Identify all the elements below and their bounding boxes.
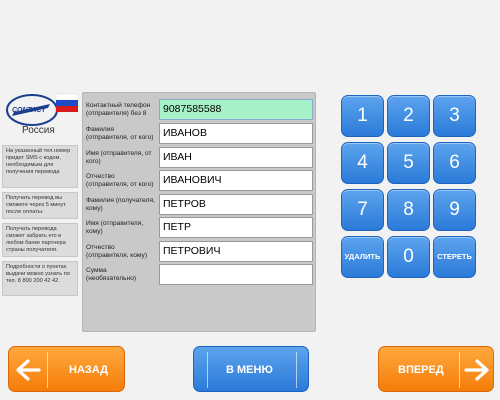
- menu-button[interactable]: В МЕНЮ: [193, 346, 309, 392]
- recipient-surname-input[interactable]: ПЕТРОВ: [159, 194, 313, 215]
- sender-patronymic-input[interactable]: ИВАНОВИЧ: [159, 170, 313, 191]
- key-8[interactable]: 8: [387, 189, 430, 231]
- form-row-recipient-patronymic: Отчество (отправителя, кому) ПЕТРОВИЧ: [83, 241, 317, 263]
- divider: [207, 352, 208, 388]
- arrow-right-icon: [464, 359, 489, 381]
- next-label: ВПЕРЕД: [398, 364, 444, 376]
- info-notes: На указанный тел.номер придет SMS с кодо…: [2, 145, 78, 300]
- field-label: Отчество (отправителя, кому): [86, 244, 148, 259]
- field-label: Имя (отправителя, от кого): [86, 150, 152, 165]
- field-label: Фамилия (получателя, кому): [86, 197, 155, 212]
- key-0[interactable]: 0: [387, 236, 430, 278]
- key-4[interactable]: 4: [341, 142, 384, 184]
- key-1[interactable]: 1: [341, 95, 384, 137]
- key-7[interactable]: 7: [341, 189, 384, 231]
- divider: [459, 352, 460, 388]
- phone-input[interactable]: 9087585588: [159, 99, 313, 120]
- key-2[interactable]: 2: [387, 95, 430, 137]
- form-row-sender-name: Имя (отправителя, от кого) ИВАН: [83, 147, 317, 169]
- transfer-form: Контактный телефон (отправителя) без 8 9…: [82, 92, 316, 332]
- form-row-sender-surname: Фамилия (отправителя, от кого) ИВАНОВ: [83, 123, 317, 145]
- form-row-amount: Сумма (необязательно): [83, 264, 317, 286]
- note-details: Подробности о пунктах выдачи можно узнат…: [2, 261, 78, 296]
- divider: [296, 352, 297, 388]
- back-button[interactable]: НАЗАД: [8, 346, 125, 392]
- recipient-patronymic-input[interactable]: ПЕТРОВИЧ: [159, 241, 313, 262]
- sender-name-input[interactable]: ИВАН: [159, 147, 313, 168]
- key-6[interactable]: 6: [433, 142, 476, 184]
- field-label: Фамилия (отправителя, от кого): [86, 126, 154, 141]
- key-3[interactable]: 3: [433, 95, 476, 137]
- delete-key[interactable]: УДАЛИТЬ: [341, 236, 384, 278]
- note-wait: Получать перевод вы сможете через 5 мину…: [2, 192, 78, 219]
- divider: [47, 352, 48, 388]
- form-row-phone: Контактный телефон (отправителя) без 8 9…: [83, 99, 317, 121]
- menu-label: В МЕНЮ: [226, 364, 273, 376]
- svg-text:CONTACT: CONTACT: [12, 107, 46, 114]
- field-label: Сумма (необязательно): [86, 267, 137, 282]
- form-row-recipient-name: Имя (отправителя, кому) ПЕТР: [83, 217, 317, 239]
- form-row-recipient-surname: Фамилия (получателя, кому) ПЕТРОВ: [83, 194, 317, 216]
- key-5[interactable]: 5: [387, 142, 430, 184]
- field-label: Отчество (отправителя, от кого): [86, 173, 154, 188]
- form-row-sender-patronymic: Отчество (отправителя, от кого) ИВАНОВИЧ: [83, 170, 317, 192]
- sender-surname-input[interactable]: ИВАНОВ: [159, 123, 313, 144]
- field-label: Имя (отправителя, кому): [86, 220, 144, 235]
- clear-key[interactable]: СТЕРЕТЬ: [433, 236, 476, 278]
- field-label: Контактный телефон (отправителя) без 8: [86, 102, 151, 117]
- note-partner: Получать перевода сможет забрать его в л…: [2, 223, 78, 257]
- country-label: Россия: [22, 125, 55, 136]
- recipient-name-input[interactable]: ПЕТР: [159, 217, 313, 238]
- arrow-left-icon: [16, 359, 41, 381]
- back-label: НАЗАД: [69, 364, 108, 376]
- key-9[interactable]: 9: [433, 189, 476, 231]
- note-sms: На указанный тел.номер придет SMS с кодо…: [2, 145, 78, 188]
- amount-input[interactable]: [159, 264, 313, 285]
- next-button[interactable]: ВПЕРЕД: [378, 346, 494, 392]
